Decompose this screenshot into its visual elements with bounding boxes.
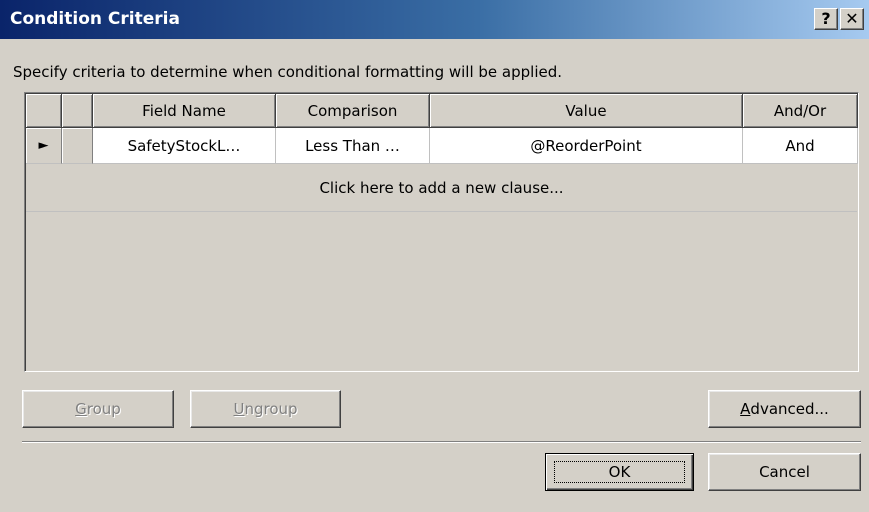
header-comparison[interactable]: Comparison: [276, 94, 430, 128]
grid-empty-area: [26, 212, 857, 370]
and-or-cell[interactable]: And: [743, 128, 858, 164]
focus-rectangle: [554, 461, 685, 483]
value-cell[interactable]: @ReorderPoint: [430, 128, 743, 164]
grid-header-row: Field Name Comparison Value And/Or: [26, 94, 858, 128]
field-name-cell[interactable]: SafetyStockL…: [93, 128, 276, 164]
header-and-or[interactable]: And/Or: [743, 94, 858, 128]
ok-button[interactable]: OK: [545, 453, 694, 491]
table-row[interactable]: ► SafetyStockL… Less Than … @ReorderPoin…: [26, 128, 858, 164]
window-title: Condition Criteria: [10, 9, 180, 29]
row-selector-arrow-icon: ►: [38, 138, 49, 153]
row-selector[interactable]: ►: [26, 128, 62, 164]
condition-criteria-dialog: Condition Criteria ? ✕ Specify criteria …: [0, 0, 869, 512]
advanced-button[interactable]: Advanced...: [708, 390, 861, 428]
instructions-text: Specify criteria to determine when condi…: [13, 63, 563, 81]
close-button[interactable]: ✕: [840, 8, 864, 30]
header-value[interactable]: Value: [430, 94, 743, 128]
help-button[interactable]: ?: [814, 8, 838, 30]
help-icon: ?: [821, 9, 831, 28]
ungroup-button[interactable]: Ungroup: [190, 390, 341, 428]
group-button[interactable]: Group: [22, 390, 174, 428]
separator-line: [22, 441, 861, 443]
cancel-button[interactable]: Cancel: [708, 453, 861, 491]
add-new-clause-row[interactable]: Click here to add a new clause...: [26, 164, 857, 212]
comparison-cell[interactable]: Less Than …: [276, 128, 430, 164]
close-icon: ✕: [845, 9, 859, 28]
title-bar[interactable]: Condition Criteria ? ✕: [0, 0, 869, 39]
header-selector-column[interactable]: [26, 94, 62, 128]
header-field-name[interactable]: Field Name: [93, 94, 276, 128]
header-group-column[interactable]: [62, 94, 93, 128]
row-group-cell[interactable]: [62, 128, 93, 164]
criteria-grid[interactable]: Field Name Comparison Value And/Or ► Saf…: [24, 92, 859, 372]
